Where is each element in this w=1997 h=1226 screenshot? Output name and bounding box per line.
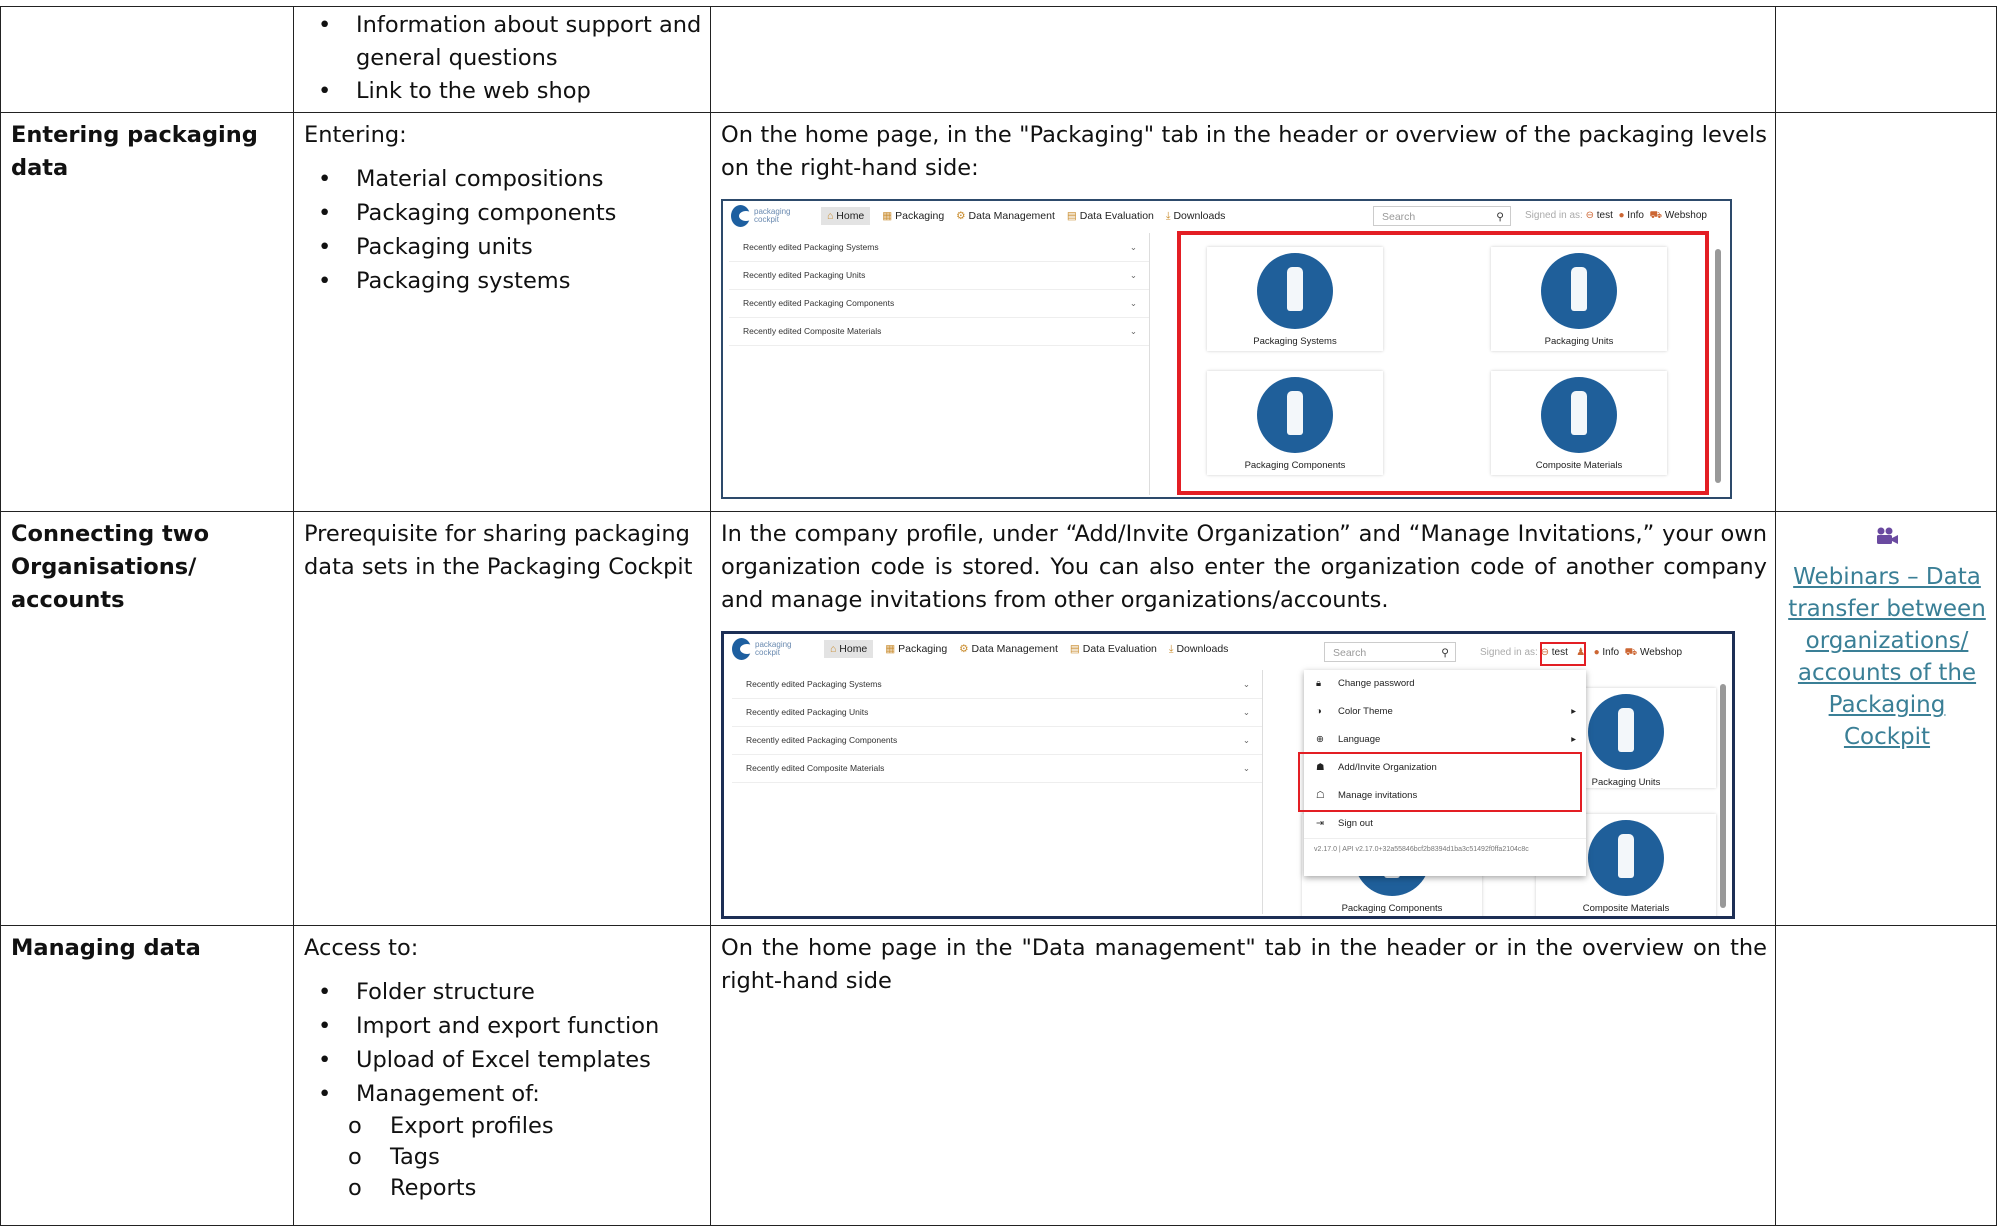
caret-right-icon: ▸ — [1571, 734, 1576, 745]
feature-cell — [0, 6, 294, 113]
location-cell — [710, 6, 1776, 113]
sub-list-item: Export profiles — [304, 1111, 702, 1142]
recent-units[interactable]: Recently edited Packaging Units ⌄ — [732, 698, 1262, 727]
contrast-icon: ◑ — [1316, 706, 1322, 717]
nav-data-evaluation[interactable]: ▤ Data Evaluation — [1067, 209, 1154, 223]
location-cell: On the home page in the "Data management… — [710, 925, 1776, 1226]
sub-list-item: Reports — [304, 1173, 702, 1204]
list-item: Upload of Excel templates — [304, 1043, 702, 1077]
nav-home[interactable]: ⌂ Home — [824, 640, 874, 658]
list-item: Folder structure — [304, 975, 702, 1009]
menu-highlight-box — [1298, 752, 1582, 812]
sign-out-icon: ⇥ — [1316, 818, 1324, 829]
user-menu-button[interactable]: ⊖ test — [1586, 210, 1613, 221]
resource-cell: Webinars – Data transfer between organiz… — [1775, 511, 1997, 926]
intro-text: Entering: — [304, 122, 407, 148]
video-camera-icon — [1786, 522, 1988, 555]
nav-home[interactable]: ⌂ Home — [821, 207, 871, 225]
layers-icon — [1588, 820, 1664, 896]
list-item: Material compositions — [304, 162, 702, 196]
app-header: packaging cockpit ⌂ Home ▦ Packaging ⚙ D… — [724, 634, 1732, 666]
location-text: In the company profile, under “Add/Invit… — [721, 521, 1767, 613]
nav-data-evaluation[interactable]: ▤ Data Evaluation — [1070, 642, 1157, 656]
feature-cell: Managing data — [0, 925, 294, 1226]
list-item: Packaging units — [304, 230, 702, 264]
recent-systems[interactable]: Recently edited Packaging Systems ⌄ — [729, 233, 1149, 262]
recent-components[interactable]: Recently edited Packaging Components ⌄ — [729, 289, 1149, 318]
location-text: On the home page, in the "Packaging" tab… — [721, 122, 1767, 181]
user-menu-screenshot: packaging cockpit ⌂ Home ▦ Packaging ⚙ D… — [721, 631, 1735, 919]
bottle-icon — [1588, 694, 1664, 770]
recent-components[interactable]: Recently edited Packaging Components ⌄ — [732, 726, 1262, 755]
intro-text: Access to: — [304, 935, 419, 961]
recent-units[interactable]: Recently edited Packaging Units ⌄ — [729, 261, 1149, 290]
home-page-screenshot: packaging cockpit ⌂ Home ▦ Packaging ⚙ D… — [721, 199, 1732, 499]
recent-systems[interactable]: Recently edited Packaging Systems ⌄ — [732, 670, 1262, 699]
globe-icon: ⊕ — [1316, 734, 1324, 745]
resource-cell — [1775, 112, 1997, 512]
location-cell: On the home page, in the "Packaging" tab… — [710, 112, 1776, 512]
info-link[interactable]: ● Info — [1618, 210, 1644, 221]
search-icon: ⚲ — [1441, 647, 1449, 659]
app-logo: packaging cockpit — [732, 638, 810, 660]
table-row: Information about support and general qu… — [0, 6, 1997, 113]
resource-cell — [1775, 6, 1997, 113]
webinar-link[interactable]: Webinars – Data transfer between organiz… — [1786, 561, 1988, 753]
table-row: Entering packaging data Entering: Materi… — [0, 112, 1997, 512]
nav-packaging[interactable]: ▦ Packaging — [882, 209, 944, 223]
recent-materials[interactable]: Recently edited Composite Materials ⌄ — [729, 317, 1149, 346]
nav-packaging[interactable]: ▦ Packaging — [885, 642, 947, 656]
menu-language[interactable]: ⊕ Language ▸ — [1304, 726, 1586, 754]
user-area: Signed in as: ⊖ test ● Info ⛟ Webshop — [1525, 210, 1707, 221]
app-header: packaging cockpit ⌂ Home ▦ Packaging ⚙ D… — [723, 201, 1730, 231]
list-item: Link to the web shop — [304, 75, 702, 108]
description-cell: Information about support and general qu… — [293, 6, 711, 113]
location-cell: In the company profile, under “Add/Invit… — [710, 511, 1776, 926]
table-row: Connecting two Organisations/ accounts P… — [0, 511, 1997, 926]
app-logo: packaging cockpit — [731, 205, 809, 227]
feature-cell: Entering packaging data — [0, 112, 294, 512]
nav-downloads[interactable]: ⤓ Downloads — [1166, 209, 1226, 223]
info-link[interactable]: ● Info — [1594, 647, 1620, 658]
recent-panel: Recently edited Packaging Systems ⌄ Recen… — [732, 670, 1263, 914]
list-item: Packaging systems — [304, 264, 702, 298]
caret-right-icon: ▸ — [1571, 706, 1576, 717]
nav-data-management[interactable]: ⚙ Data Management — [959, 642, 1058, 656]
search-input[interactable]: Search ⚲ — [1373, 206, 1511, 226]
description-cell: Prerequisite for sharing packaging data … — [293, 511, 711, 926]
list-item: Management of: — [304, 1077, 702, 1111]
list-item: Import and export function — [304, 1009, 702, 1043]
recent-panel: Recently edited Packaging Systems ⌄ Recen… — [729, 233, 1150, 495]
menu-change-password[interactable]: 🔒︎ Change password — [1304, 670, 1586, 698]
table-row: Managing data Access to: Folder structur… — [0, 925, 1997, 1226]
webshop-link[interactable]: ⛟ Webshop — [1650, 210, 1707, 221]
menu-color-theme[interactable]: ◑ Color Theme ▸ — [1304, 698, 1586, 726]
lock-icon: 🔒︎ — [1316, 678, 1322, 689]
feature-cell: Connecting two Organisations/ accounts — [0, 511, 294, 926]
list-item: Packaging components — [304, 196, 702, 230]
user-highlight-box — [1540, 642, 1586, 666]
nav-data-management[interactable]: ⚙ Data Management — [956, 209, 1055, 223]
resource-cell — [1775, 925, 1997, 1226]
list-item: Information about support and general qu… — [304, 9, 702, 75]
document-table: Information about support and general qu… — [0, 6, 1997, 1226]
highlight-box — [1177, 231, 1709, 495]
scrollbar[interactable] — [1720, 684, 1726, 908]
nav-downloads[interactable]: ⤓ Downloads — [1169, 642, 1229, 656]
recent-materials[interactable]: Recently edited Composite Materials ⌄ — [732, 754, 1262, 783]
sub-list-item: Tags — [304, 1142, 702, 1173]
version-text: v2.17.0 | API v2.17.0+32a55846bcf2b8394d… — [1304, 838, 1586, 861]
menu-sign-out[interactable]: ⇥ Sign out — [1304, 810, 1586, 838]
search-input[interactable]: Search ⚲ — [1324, 642, 1456, 662]
description-cell: Access to: Folder structure Import and e… — [293, 925, 711, 1226]
search-icon: ⚲ — [1496, 211, 1504, 223]
description-cell: Entering: Material compositions Packagin… — [293, 112, 711, 512]
webshop-link[interactable]: ⛟ Webshop — [1625, 647, 1682, 658]
scrollbar[interactable] — [1715, 249, 1721, 483]
